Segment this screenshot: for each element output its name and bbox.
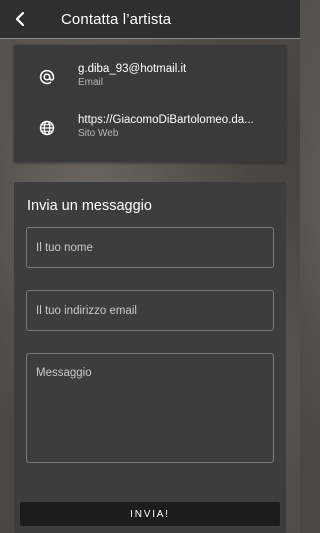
email-value: g.diba_93@hotmail.it: [78, 63, 187, 75]
at-icon: [38, 68, 56, 86]
email-label: Email: [78, 77, 104, 88]
name-field[interactable]: [26, 227, 274, 268]
website-value: https://GiacomoDiBartolomeo.da...: [78, 114, 254, 126]
email-field[interactable]: [26, 290, 274, 331]
back-button[interactable]: [0, 0, 40, 39]
form-title: Invia un messaggio: [27, 198, 152, 214]
email-contact-row[interactable]: g.diba_93@hotmail.it Email: [14, 57, 286, 97]
message-field[interactable]: [26, 353, 274, 463]
website-contact-row[interactable]: https://GiacomoDiBartolomeo.da... Sito W…: [14, 108, 286, 148]
app-header: Contatta l’artista: [0, 0, 300, 39]
page-title: Contatta l’artista: [61, 10, 172, 28]
send-button[interactable]: INVIA!: [20, 502, 280, 526]
chevron-left-icon: [15, 12, 25, 26]
message-form-panel: Invia un messaggio: [14, 182, 286, 533]
globe-icon: [38, 119, 56, 137]
website-label: Sito Web: [78, 128, 119, 139]
contact-info-card: g.diba_93@hotmail.it Email https://Giaco…: [14, 45, 286, 162]
